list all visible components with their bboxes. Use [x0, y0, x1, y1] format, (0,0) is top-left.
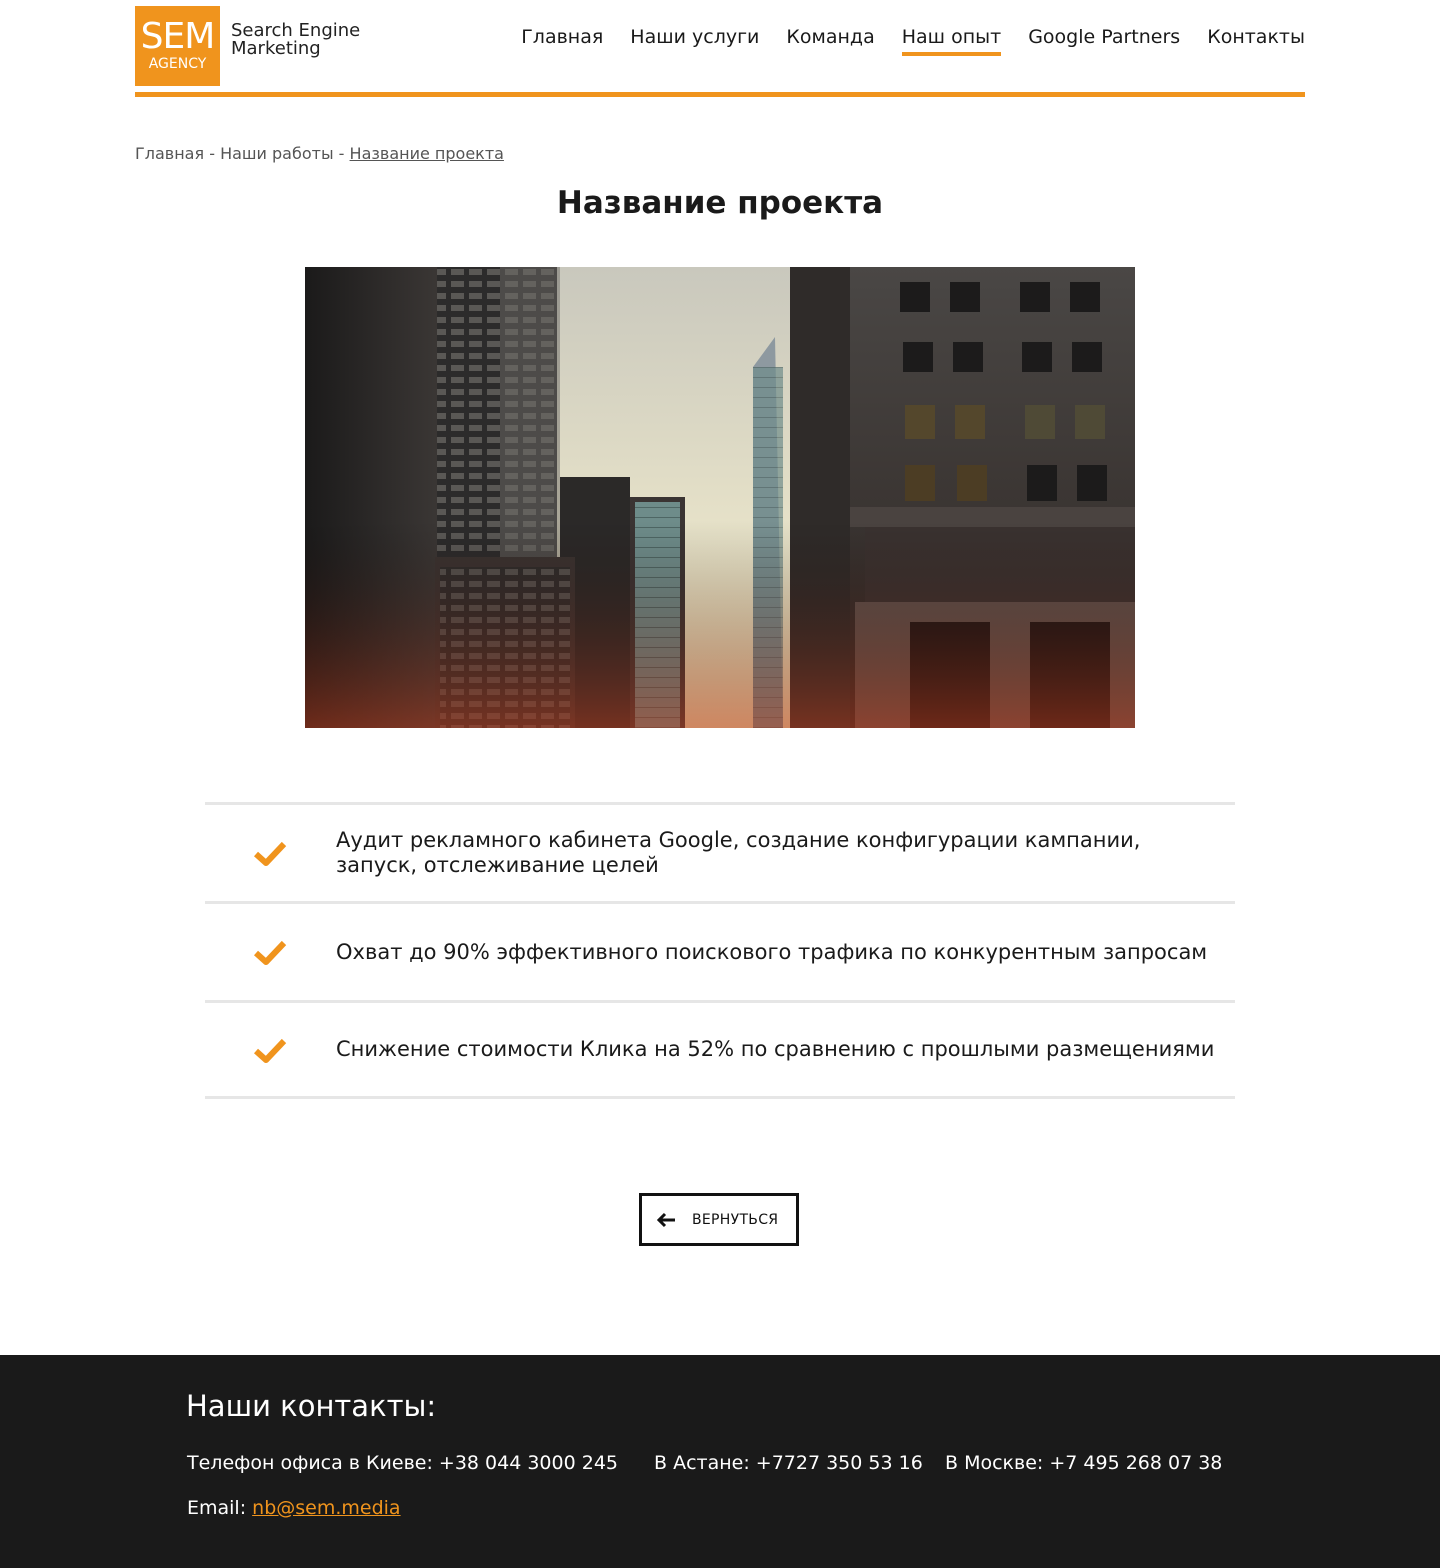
site-footer: Наши контакты: Телефон офиса в Киеве: +3…: [0, 1355, 1440, 1568]
list-item: Охват до 90% эффективного поискового тра…: [205, 901, 1235, 1000]
email-label: Email:: [187, 1497, 253, 1519]
logo-agency-text: AGENCY: [148, 56, 207, 72]
check-icon: [253, 1038, 287, 1063]
breadcrumb-home[interactable]: Главная: [135, 144, 204, 163]
breadcrumb-works[interactable]: Наши работы: [220, 144, 334, 163]
email-link[interactable]: nb@sem.media: [252, 1497, 400, 1519]
logo-sem-text: SEM: [140, 16, 216, 57]
arrow-left-icon: [656, 1212, 675, 1227]
phone-moscow: В Москве: +7 495 268 07 38: [945, 1452, 1223, 1474]
breadcrumb-separator: -: [333, 144, 350, 163]
nav-item-team[interactable]: Команда: [786, 26, 874, 56]
project-results-list: Аудит рекламного кабинета Google, создан…: [205, 802, 1235, 1099]
nav-item-google-partners[interactable]: Google Partners: [1028, 26, 1180, 56]
logo[interactable]: SEM AGENCY Search Engine Marketing: [135, 6, 375, 86]
page-title: Название проекта: [556, 185, 884, 221]
nav-item-services[interactable]: Наши услуги: [630, 26, 759, 56]
breadcrumb-separator: -: [204, 144, 221, 163]
logo-mark: SEM AGENCY: [135, 6, 220, 86]
nav-item-experience[interactable]: Наш опыт: [901, 26, 1002, 56]
list-item-text: Снижение стоимости Клика на 52% по сравн…: [336, 1037, 1215, 1061]
project-hero-image: [305, 267, 1135, 728]
check-icon: [253, 841, 287, 866]
footer-phones: Телефон офиса в Киеве: +38 044 3000 245 …: [187, 1452, 1222, 1474]
main-nav: Главная Наши услуги Команда Наш опыт Goo…: [521, 26, 1305, 56]
nav-item-contacts[interactable]: Контакты: [1207, 26, 1305, 56]
list-item-text: Охват до 90% эффективного поискового тра…: [336, 939, 1208, 964]
logo-tagline-line2: Marketing: [231, 38, 321, 59]
phone-kyiv: Телефон офиса в Киеве: +38 044 3000 245: [187, 1452, 618, 1474]
list-item: Снижение стоимости Клика на 52% по сравн…: [205, 1000, 1235, 1099]
check-icon: [253, 940, 287, 965]
phone-astana: В Астане: +7727 350 53 16: [654, 1452, 923, 1474]
list-item: Аудит рекламного кабинета Google, создан…: [205, 802, 1235, 901]
breadcrumb: Главная - Наши работы - Название проекта: [135, 144, 504, 163]
breadcrumb-current[interactable]: Название проекта: [350, 144, 504, 163]
site-header: SEM AGENCY Search Engine Marketing Главн…: [135, 0, 1305, 97]
footer-title: Наши контакты:: [186, 1389, 437, 1423]
back-button[interactable]: ВЕРНУТЬСЯ: [639, 1193, 799, 1246]
list-item-text: Аудит рекламного кабинета Google, создан…: [336, 828, 1141, 877]
footer-email: Email: nb@sem.media: [187, 1497, 401, 1519]
logo-tagline: Search Engine Marketing: [231, 22, 360, 58]
nav-item-home[interactable]: Главная: [521, 26, 603, 56]
header-divider: [135, 92, 1305, 97]
back-button-label: ВЕРНУТЬСЯ: [692, 1211, 779, 1228]
